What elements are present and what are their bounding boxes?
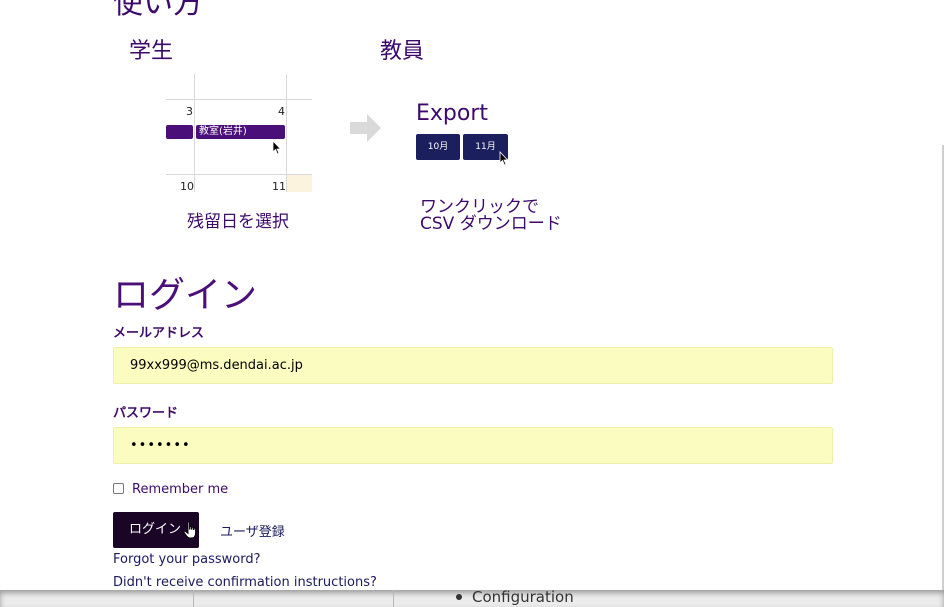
background-window: Configuration [0,588,944,607]
teacher-caption: ワンクリックで CSV ダウンロード [420,199,562,233]
background-list-item: Configuration [472,588,574,606]
calendar-event: 教室(岩井) [196,125,285,139]
login-title: ログイン [113,275,258,316]
confirmation-instructions-link[interactable]: Didn't receive confirmation instructions… [113,575,377,590]
calendar-event-stub [166,125,193,139]
register-link[interactable]: ユーザ登録 [220,521,285,540]
arrow-right-icon [350,114,381,142]
calendar-gridline [166,99,312,100]
calendar-illustration: 3 4 教室(岩井) 10 11 [166,74,312,192]
login-button-label: ログイン [129,522,182,537]
teacher-caption-line2: CSV ダウンロード [420,214,562,234]
password-label: パスワード [113,406,179,421]
email-field[interactable]: 99xx999@ms.dendai.ac.jp [113,347,833,384]
forgot-password-link[interactable]: Forgot your password? [113,552,261,567]
pointer-cursor-icon [499,151,509,166]
calendar-day: 4 [278,105,285,118]
hand-cursor-icon [183,521,196,539]
student-caption: 残留日を選択 [187,212,289,232]
background-divider [393,590,394,607]
remember-me-checkbox[interactable] [113,483,124,494]
calendar-highlight [287,175,312,192]
calendar-day: 11 [272,180,286,192]
pointer-cursor-icon [272,140,282,155]
remember-me-label[interactable]: Remember me [132,482,228,497]
background-bullet [456,594,462,600]
teacher-title: 教員 [380,39,425,64]
usage-heading: 使い方 [113,0,203,21]
background-divider [193,590,194,607]
month-button-oct: 10月 [416,134,460,160]
student-title: 学生 [129,39,174,64]
calendar-day: 10 [180,180,194,192]
password-field[interactable]: ••••••• [113,427,833,464]
email-label: メールアドレス [113,326,205,341]
calendar-day: 3 [186,105,193,118]
export-title: Export [416,101,489,126]
